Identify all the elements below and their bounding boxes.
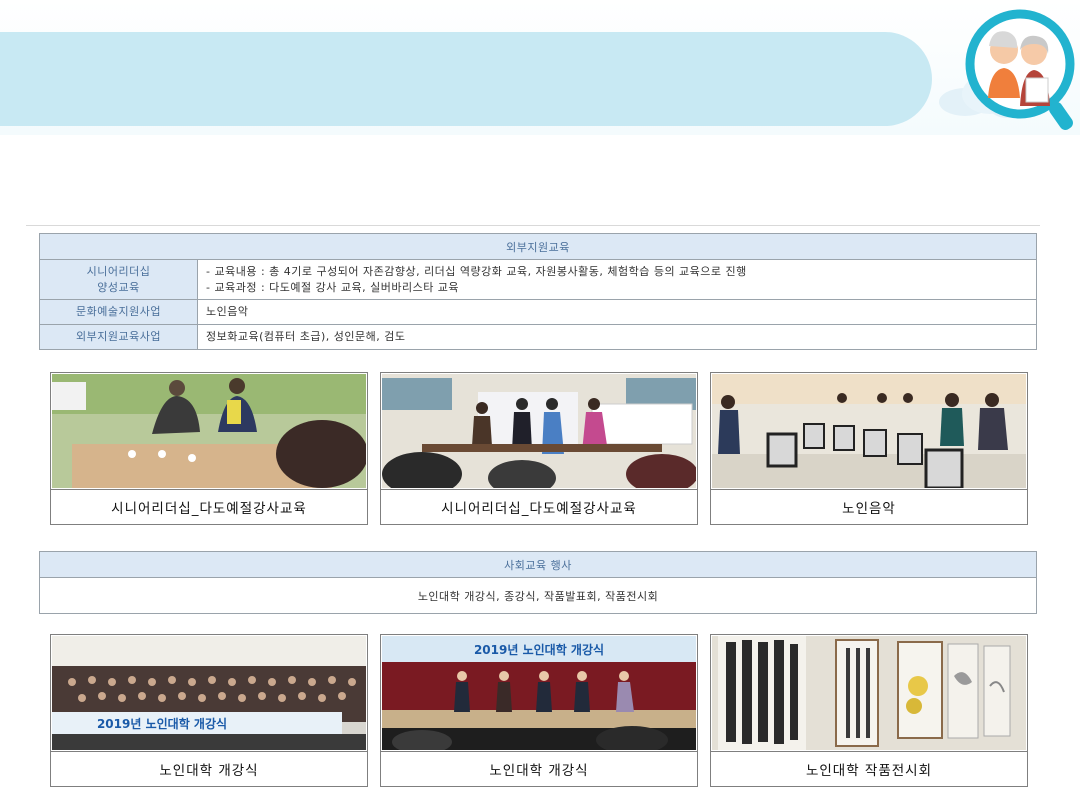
outreach-table-header: 외부지원교육 [39, 233, 1037, 260]
section-divider [26, 225, 1040, 226]
photo-caption: 시니어리더십_다도예절강사교육 [381, 489, 697, 524]
row-label-line: 시니어리더십 [86, 264, 151, 278]
row-label-line: 양성교육 [97, 280, 140, 294]
photo-card: 시니어리더십_다도예절강사교육 [50, 372, 368, 525]
photo-caption: 노인대학 작품전시회 [711, 751, 1027, 786]
magnifier-icon [965, 9, 1075, 130]
row-label-outreach-program: 외부지원교육사업 [39, 324, 198, 350]
photo-card: 노인음악 [710, 372, 1028, 525]
row-value-culture-arts: 노인음악 [197, 299, 1037, 325]
row-value-senior-leadership: - 교육내용 : 총 4기로 구성되어 자존감향상, 리더십 역량강화 교육, … [197, 259, 1037, 300]
photo-caption: 노인대학 개강식 [51, 751, 367, 786]
photo-card: 2019년 노인대학 개강식 노인대학 개강식 [50, 634, 368, 787]
photo-senior-music [712, 374, 1026, 488]
photo-card: 노인대학 작품전시회 [710, 634, 1028, 787]
social-education-table: 사회교육 행사 노인대학 개강식, 종강식, 작품발표회, 작품전시회 [39, 551, 1037, 614]
photo-card: 2019년 노인대학 개강식 노인대학 개강식 [380, 634, 698, 787]
row-label-senior-leadership: 시니어리더십 양성교육 [39, 259, 198, 300]
photo-tea-class-1 [52, 374, 366, 488]
row-value-line: - 교육과정 : 다도예절 강사 교육, 실버바리스타 교육 [206, 280, 460, 294]
social-table-header: 사회교육 행사 [39, 551, 1037, 578]
title-banner [0, 32, 932, 126]
banner-text: 2019년 노인대학 개강식 [97, 716, 227, 731]
outreach-education-table: 외부지원교육 시니어리더십 양성교육 - 교육내용 : 총 4기로 구성되어 자… [39, 233, 1037, 350]
photo-card: 시니어리더십_다도예절강사교육 [380, 372, 698, 525]
row-value-outreach-program: 정보화교육(컴퓨터 초급), 성인문해, 검도 [197, 324, 1037, 350]
photo-caption: 노인음악 [711, 489, 1027, 524]
row-value-line: - 교육내용 : 총 4기로 구성되어 자존감향상, 리더십 역량강화 교육, … [206, 264, 747, 278]
photo-caption: 노인대학 개강식 [381, 751, 697, 786]
photo-opening-ceremony-group: 2019년 노인대학 개강식 [52, 636, 366, 750]
banner-text: 2019년 노인대학 개강식 [474, 642, 604, 657]
photo-opening-ceremony-stage: 2019년 노인대학 개강식 [382, 636, 696, 750]
photo-tea-class-2 [382, 374, 696, 488]
photo-caption: 시니어리더십_다도예절강사교육 [51, 489, 367, 524]
photo-artwork-exhibition [712, 636, 1026, 750]
row-label-culture-arts: 문화예술지원사업 [39, 299, 198, 325]
social-table-body: 노인대학 개강식, 종강식, 작품발표회, 작품전시회 [39, 577, 1037, 614]
